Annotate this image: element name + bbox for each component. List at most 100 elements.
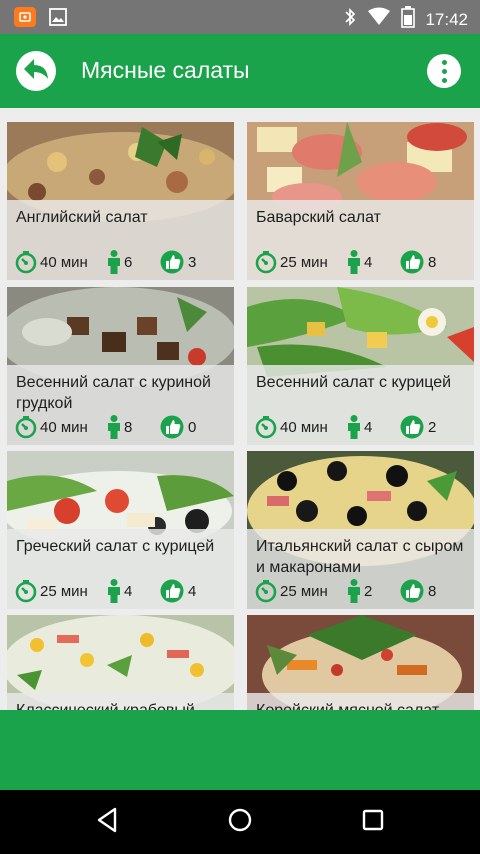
servings-value: 4 <box>124 582 133 600</box>
recipe-title: Классический крабовый <box>16 700 228 710</box>
recipe-stats: 40 мин 4 2 <box>254 415 470 441</box>
likes-value: 8 <box>428 253 437 271</box>
cooking-time: 40 мин <box>14 250 88 274</box>
recipe-card[interactable]: Английский салат 40 мин 6 3 <box>7 122 234 280</box>
servings: 2 <box>346 579 372 603</box>
recipe-card[interactable]: Корейский мясной салат <box>247 615 474 710</box>
cooking-time: 40 мин <box>14 415 88 439</box>
back-button[interactable] <box>16 51 56 91</box>
clock: 17:42 <box>425 9 468 29</box>
overflow-menu-button[interactable] <box>427 54 461 88</box>
menu-dot <box>441 77 447 83</box>
likes[interactable]: 4 <box>160 579 196 603</box>
recipe-card[interactable]: Греческий салат с курицей 25 мин 4 4 <box>7 451 234 609</box>
servings: 4 <box>106 579 132 603</box>
thumbs-up-icon <box>400 415 426 439</box>
likes-value: 3 <box>188 253 197 271</box>
person-icon <box>346 250 362 274</box>
thumbs-up-icon <box>160 415 186 439</box>
nav-home-button[interactable] <box>225 808 255 836</box>
time-value: 25 мин <box>280 582 328 600</box>
likes-value: 0 <box>188 418 197 436</box>
recipe-card[interactable]: Весенний салат с куриной грудкой 40 мин … <box>7 287 234 445</box>
recipe-title: Весенний салат с куриной грудкой <box>16 374 211 412</box>
servings: 6 <box>106 250 132 274</box>
timer-icon <box>14 250 38 274</box>
person-icon <box>346 415 362 439</box>
servings: 4 <box>346 250 372 274</box>
servings: 4 <box>346 415 372 439</box>
thumbs-up-icon <box>400 250 426 274</box>
page-title: Мясные салаты <box>81 57 250 83</box>
likes-value: 8 <box>428 582 437 600</box>
bottom-banner-area <box>0 710 480 790</box>
recipe-grid[interactable]: Английский салат 40 мин 6 3 Баварский са… <box>0 108 480 710</box>
person-icon <box>106 250 122 274</box>
recipe-card[interactable]: Весенний салат с курицей 40 мин 4 2 <box>247 287 474 445</box>
likes[interactable]: 0 <box>160 415 196 439</box>
app-bar: Мясные салаты <box>0 34 480 108</box>
timer-icon <box>254 415 278 439</box>
wifi-icon <box>367 7 391 32</box>
likes[interactable]: 2 <box>400 415 436 439</box>
recipe-title: Корейский мясной салат <box>256 700 468 710</box>
likes[interactable]: 8 <box>400 250 436 274</box>
timer-icon <box>14 579 38 603</box>
thumbs-up-icon <box>400 579 426 603</box>
servings: 8 <box>106 415 132 439</box>
timer-icon <box>14 415 38 439</box>
recipe-title: Итальянский салат с сыром и макаронами <box>256 538 464 576</box>
recipe-title: Баварский салат <box>256 209 381 226</box>
cooking-time: 25 мин <box>254 250 328 274</box>
time-value: 25 мин <box>40 582 88 600</box>
recipe-stats: 40 мин 6 3 <box>14 250 230 276</box>
back-triangle-icon <box>95 807 119 838</box>
likes-value: 2 <box>428 418 437 436</box>
recipe-card[interactable]: Баварский салат 25 мин 4 8 <box>247 122 474 280</box>
timer-icon <box>254 579 278 603</box>
servings-value: 6 <box>124 253 133 271</box>
nav-back-button[interactable] <box>92 807 122 838</box>
person-icon <box>106 579 122 603</box>
recipe-card[interactable]: Классический крабовый <box>7 615 234 710</box>
recipe-stats: 25 мин 2 8 <box>254 579 470 605</box>
likes[interactable]: 3 <box>160 250 196 274</box>
battery-icon <box>401 6 416 33</box>
recipe-stats: 25 мин 4 8 <box>254 250 470 276</box>
cooking-time: 40 мин <box>254 415 328 439</box>
app-notification-icon <box>14 7 36 27</box>
servings-value: 8 <box>124 418 133 436</box>
status-notifications <box>14 7 68 27</box>
thumbs-up-icon <box>160 250 186 274</box>
status-bar: 17:42 <box>0 0 480 34</box>
recipe-card[interactable]: Итальянский салат с сыром и макаронами 2… <box>247 451 474 609</box>
likes-value: 4 <box>188 582 197 600</box>
system-navigation-bar <box>0 790 480 854</box>
likes[interactable]: 8 <box>400 579 436 603</box>
servings-value: 4 <box>364 253 373 271</box>
recents-square-icon <box>361 808 385 837</box>
menu-dot <box>441 59 447 65</box>
time-value: 40 мин <box>280 418 328 436</box>
servings-value: 2 <box>364 582 373 600</box>
nav-recents-button[interactable] <box>358 808 388 836</box>
recipe-title: Английский салат <box>16 209 148 226</box>
menu-dot <box>441 68 447 74</box>
time-value: 40 мин <box>40 253 88 271</box>
cooking-time: 25 мин <box>254 579 328 603</box>
recipe-title: Греческий салат с курицей <box>16 538 215 555</box>
person-icon <box>346 579 362 603</box>
back-arrow-icon <box>21 55 51 88</box>
time-value: 40 мин <box>40 418 88 436</box>
home-circle-icon <box>227 807 253 838</box>
recipe-stats: 40 мин 8 0 <box>14 415 230 441</box>
time-value: 25 мин <box>280 253 328 271</box>
person-icon <box>106 415 122 439</box>
recipe-stats: 25 мин 4 4 <box>14 579 230 605</box>
status-indicators: 17:42 <box>343 6 468 33</box>
recipe-title: Весенний салат с курицей <box>256 374 452 391</box>
bluetooth-icon <box>343 7 357 32</box>
servings-value: 4 <box>364 418 373 436</box>
image-notification-icon <box>48 7 68 27</box>
timer-icon <box>254 250 278 274</box>
